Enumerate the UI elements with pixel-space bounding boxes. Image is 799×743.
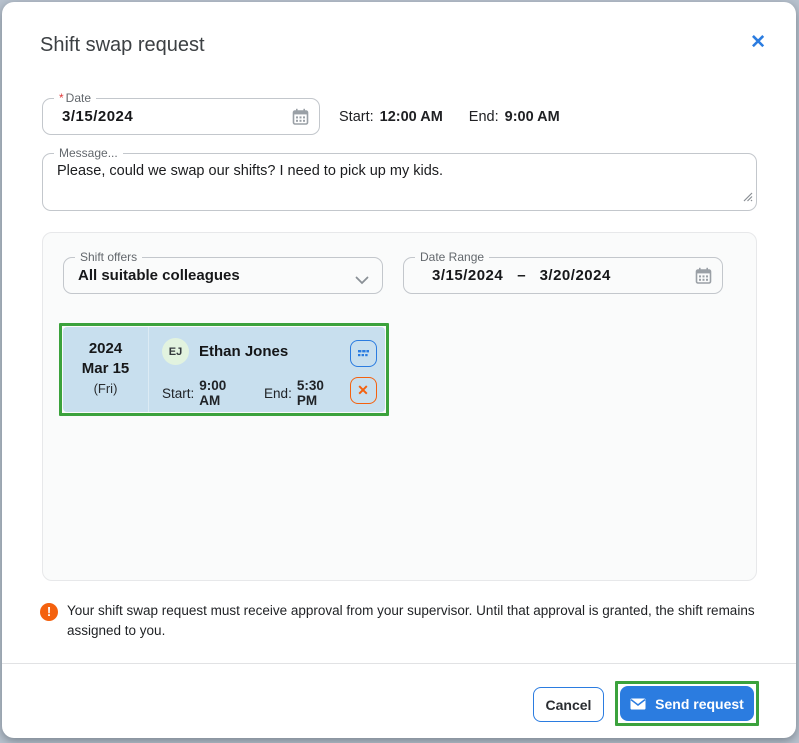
end-time: 9:00 AM [505,109,560,125]
card-shift-times: Start: 9:00 AM End: 5:30 PM [162,378,341,408]
shift-offers-value[interactable]: All suitable colleagues [78,267,240,284]
selected-shift-times: Start: 12:00 AM End: 9:00 AM [339,98,560,135]
date-field[interactable]: *Date 3/15/2024 [42,98,320,135]
end-label: End: [469,109,499,125]
warning-text: Your shift swap request must receive app… [67,601,764,641]
shift-offers-label: Shift offers [75,250,142,264]
card-day: Mar 15 [63,359,148,379]
annotation-highlight-card: 2024 Mar 15 (Fri) EJ Ethan Jones Start: … [59,323,389,416]
calendar-icon[interactable] [292,108,309,131]
envelope-icon [630,698,646,710]
warning-icon: ! [40,603,58,621]
resize-handle-icon[interactable] [742,189,753,207]
date-field-value[interactable]: 3/15/2024 [62,108,133,125]
card-date: 2024 Mar 15 (Fri) [63,327,149,412]
required-asterisk: * [59,91,64,105]
dialog-title: Shift swap request [40,34,205,57]
calendar-icon[interactable] [695,267,712,290]
message-field: Message... Please, could we swap our shi… [42,153,757,211]
shift-swap-dialog: Shift swap request ✕ *Date 3/15/2024 Sta… [2,2,796,738]
date-range-start[interactable]: 3/15/2024 [432,267,503,284]
shift-offers-select[interactable]: Shift offers All suitable colleagues [63,257,383,294]
colleague-name: Ethan Jones [199,343,288,360]
cancel-button[interactable]: Cancel [533,687,604,722]
shift-offers-panel: Shift offers All suitable colleagues Dat… [42,232,757,581]
card-start-label: Start: [162,386,194,401]
card-end-time: 5:30 PM [297,378,341,408]
date-range-field[interactable]: Date Range 3/15/2024 – 3/20/2024 [403,257,723,294]
date-range-end[interactable]: 3/20/2024 [540,267,611,284]
send-request-label: Send request [655,696,744,712]
send-request-button[interactable]: Send request [620,686,754,721]
reject-offer-button[interactable]: ✕ [350,377,377,404]
card-details: EJ Ethan Jones Start: 9:00 AM End: 5:30 … [149,327,341,412]
card-start-time: 9:00 AM [199,378,243,408]
avatar: EJ [162,338,189,365]
chevron-down-icon[interactable] [355,272,369,290]
card-end-label: End: [264,386,292,401]
card-year: 2024 [63,339,148,359]
message-input[interactable]: Please, could we swap our shifts? I need… [43,154,756,210]
card-weekday: (Fri) [63,379,148,398]
footer-divider [2,663,796,664]
annotation-highlight-send: Send request [615,681,759,726]
start-time: 12:00 AM [380,109,443,125]
date-range-label: Date Range [415,250,489,264]
start-label: Start: [339,109,374,125]
date-range-separator: – [517,267,525,284]
close-icon[interactable]: ✕ [750,32,766,54]
date-field-label: *Date [54,91,96,105]
dialog-backdrop: { "dialog": { "title": "Shift swap reque… [0,0,799,743]
approval-warning: ! Your shift swap request must receive a… [40,601,764,641]
shift-offer-card[interactable]: 2024 Mar 15 (Fri) EJ Ethan Jones Start: … [63,327,385,412]
view-schedule-button[interactable] [350,340,377,367]
